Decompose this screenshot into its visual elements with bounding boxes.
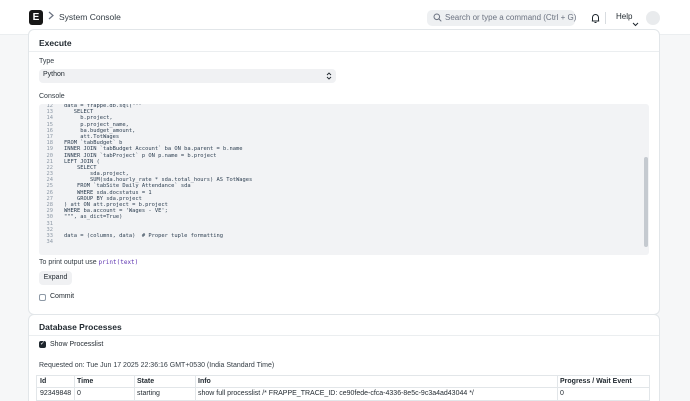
code-text: p.project_name,	[64, 121, 129, 128]
type-select-value: Python	[43, 71, 65, 78]
column-divider	[134, 376, 135, 401]
column-header-id: Id	[40, 378, 47, 385]
navbar-divider	[605, 12, 606, 24]
cell-state: starting	[137, 390, 160, 397]
code-text: ) att ON att.project = b.project	[64, 202, 168, 208]
commit-checkbox[interactable]	[39, 294, 46, 301]
help-dropdown[interactable]: Help	[616, 12, 632, 21]
code-text: sda.project,	[64, 171, 129, 178]
code-text: att.TotWages	[64, 133, 120, 140]
code-text: FROM `tabBudget` b	[64, 140, 123, 147]
print-hint-text: To print output use	[39, 259, 97, 266]
column-header-progress: Progress / Wait Event	[560, 378, 632, 385]
code-text: ba.budget_amount,	[64, 127, 136, 134]
search-placeholder: Search or type a command (Ctrl + G)	[445, 13, 577, 22]
database-processes-title: Database Processes	[39, 322, 122, 332]
code-text: data = (columns, data) # Proper tuple fo…	[64, 232, 224, 239]
show-processlist-checkbox[interactable]	[39, 340, 46, 348]
code-text: INNER JOIN `tabBudget Account` ba ON ba.…	[64, 146, 243, 153]
code-editor[interactable]: 12 data = frappe.db.sql(""" 13 SELECT 14 b.…	[39, 104, 649, 255]
requested-on-text: Requested on: Tue Jun 17 2025 22:36:16 G…	[39, 362, 275, 369]
code-editor-scrollbar[interactable]	[642, 104, 649, 255]
code-line: 34	[39, 239, 639, 245]
cell-info: show full processlist /* FRAPPE_TRACE_ID…	[198, 390, 474, 397]
divider	[29, 51, 659, 52]
code-text: """, as_dict=True)	[64, 214, 123, 221]
execute-title: Execute	[39, 38, 72, 48]
search-input[interactable]: Search or type a command (Ctrl + G)	[427, 10, 577, 26]
column-header-state: State	[137, 378, 155, 385]
scrollbar-thumb[interactable]	[644, 157, 648, 247]
column-divider	[74, 376, 75, 401]
divider	[29, 335, 659, 336]
code-lines: 12 data = frappe.db.sql(""" 13 SELECT 14 b.…	[39, 104, 639, 245]
print-hint-code: print(text)	[98, 259, 139, 266]
processlist-table: Id Time State Info Progress / Wait Event…	[36, 375, 650, 401]
column-divider	[195, 376, 196, 401]
expand-button[interactable]: Expand	[39, 271, 72, 285]
breadcrumb-chevron-icon	[48, 11, 54, 23]
column-header-info: Info	[198, 378, 211, 385]
cell-time: 0	[77, 390, 81, 397]
search-icon	[433, 13, 442, 22]
commit-label[interactable]: Commit	[50, 293, 74, 300]
cell-id: 92349848	[40, 390, 72, 397]
select-updown-icon	[326, 72, 332, 80]
console-label: Console	[39, 93, 65, 100]
code-text: GROUP BY sda.project	[64, 195, 142, 202]
print-hint: To print output use print(text)	[39, 259, 138, 266]
code-text: FROM `tabSite Daily Attendance` sda	[64, 183, 191, 190]
cell-progress: 0	[560, 390, 564, 397]
column-divider	[557, 376, 558, 401]
code-text: WHERE ba.account = 'Wages - VE';	[64, 208, 168, 215]
code-text: SUM(sda.hourly_rate * sda.total_hours) A…	[64, 177, 253, 184]
type-label: Type	[39, 58, 55, 65]
code-text: INNER JOIN `tabProject` p ON p.name = b.…	[64, 152, 217, 159]
app-logo[interactable]: E	[29, 10, 43, 25]
show-processlist-label[interactable]: Show Processlist	[50, 341, 103, 348]
code-text: SELECT	[64, 109, 94, 116]
code-text: SELECT	[64, 164, 97, 171]
notification-bell-icon[interactable]	[591, 11, 600, 29]
user-avatar[interactable]	[646, 11, 660, 25]
line-number: 34	[46, 239, 54, 246]
type-select[interactable]: Python	[39, 69, 336, 83]
code-text: b.project,	[64, 115, 113, 122]
code-text: WHERE sda.docstatus = 1	[64, 189, 152, 196]
column-header-time: Time	[77, 378, 94, 385]
code-text: LEFT JOIN (	[64, 158, 100, 165]
breadcrumb[interactable]: System Console	[59, 12, 121, 22]
